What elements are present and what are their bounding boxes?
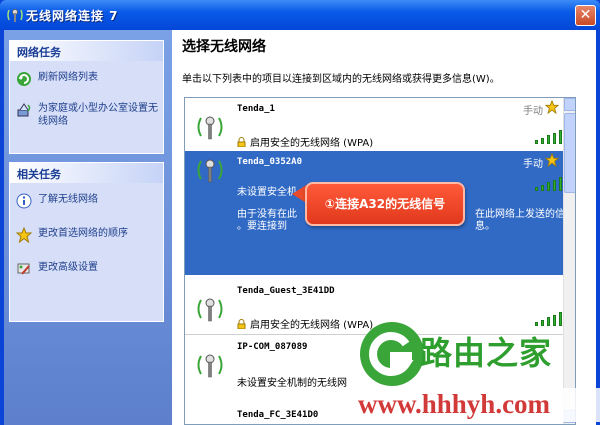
wireless-antenna-icon (197, 354, 223, 378)
signal-strength (535, 177, 563, 191)
lock-icon (237, 137, 246, 147)
star-icon (545, 153, 559, 167)
network-name: Tenda_1 (237, 104, 275, 114)
learn-wireless-link[interactable]: 了解无线网络 (10, 193, 163, 209)
network-name: Tenda_0352A0 (237, 157, 303, 167)
page-title: 选择无线网络 (182, 39, 266, 55)
task-pane: 网络任务 刷新网络列表 为家庭或小型办公室设置无线网络 相关任务 了解无线网络 … (4, 30, 172, 425)
wireless-icon (7, 9, 23, 22)
network-mode: 手动 (523, 159, 543, 170)
wireless-antenna-icon (197, 298, 223, 322)
refresh-network-list-label: 刷新网络列表 (38, 72, 98, 83)
settings-icon (17, 263, 30, 275)
security-text: 未设置安全机制的无线网 (237, 378, 347, 389)
security-status: 启用安全的无线网络 (WPA) (237, 134, 373, 149)
security-text: 启用安全的无线网络 (WPA) (250, 138, 374, 149)
scroll-thumb[interactable] (564, 113, 575, 193)
change-preferred-order-label: 更改首选网络的顺序 (38, 228, 128, 239)
info-icon (16, 193, 32, 209)
learn-wireless-label: 了解无线网络 (38, 194, 98, 205)
refresh-network-list-link[interactable]: 刷新网络列表 (10, 71, 163, 86)
network-name: IP-COM_087089 (237, 342, 308, 352)
change-preferred-order-link[interactable]: 更改首选网络的顺序 (10, 227, 163, 243)
brand-logo-icon (360, 322, 424, 386)
network-name: Tenda_FC_3E41D0 (237, 410, 319, 420)
network-mode: 手动 (523, 106, 543, 117)
wizard-icon (17, 103, 31, 117)
detail-text-line2: 。要连接到 (237, 221, 287, 232)
related-tasks-box: 相关任务 了解无线网络 更改首选网络的顺序 更改高级设置 (9, 162, 164, 322)
annotation-callout: ①连接A32的无线信号 (305, 182, 465, 226)
refresh-icon (17, 72, 31, 86)
signal-strength (535, 130, 563, 144)
wireless-antenna-icon (197, 116, 223, 140)
security-text: 未设置安全机 (237, 187, 297, 198)
scroll-up-button[interactable] (564, 98, 575, 111)
network-name: Tenda_Guest_3E41DD (237, 286, 335, 296)
title-bar: 无线网络连接 7 ✕ (0, 0, 600, 30)
window-title: 无线网络连接 7 (26, 9, 119, 23)
signal-strength (535, 312, 563, 326)
lock-icon (237, 319, 246, 329)
wireless-window: 无线网络连接 7 ✕ 网络任务 刷新网络列表 为家庭或小型办公室设置无线网络 相… (0, 0, 600, 425)
list-scrollbar[interactable] (563, 98, 575, 424)
watermark-brand: 路由之家 (420, 334, 553, 372)
security-status: 启用安全的无线网络 (WPA) (237, 316, 373, 331)
close-button[interactable]: ✕ (575, 5, 596, 26)
instruction-text: 单击以下列表中的项目以连接到区域内的无线网络或获得更多信息(W)。 (182, 74, 500, 85)
network-tasks-box: 网络任务 刷新网络列表 为家庭或小型办公室设置无线网络 (9, 40, 164, 154)
star-icon (545, 100, 559, 114)
wireless-antenna-icon (197, 159, 223, 183)
advanced-settings-link[interactable]: 更改高级设置 (10, 261, 163, 275)
watermark-url: www.hhhyh.com (350, 388, 600, 422)
advanced-settings-label: 更改高级设置 (38, 262, 98, 273)
detail-text-line2-tail: 息。 (475, 221, 495, 232)
setup-wireless-network-link[interactable]: 为家庭或小型办公室设置无线网络 (10, 102, 160, 128)
network-item-tenda-1[interactable]: Tenda_1 手动 启用安全的无线网络 (WPA) (185, 98, 563, 150)
related-tasks-header: 相关任务 (10, 163, 163, 183)
network-tasks-header: 网络任务 (10, 41, 163, 61)
security-text: 启用安全的无线网络 (WPA) (250, 320, 374, 331)
star-icon (16, 227, 32, 243)
setup-wireless-network-label: 为家庭或小型办公室设置无线网络 (38, 103, 158, 127)
